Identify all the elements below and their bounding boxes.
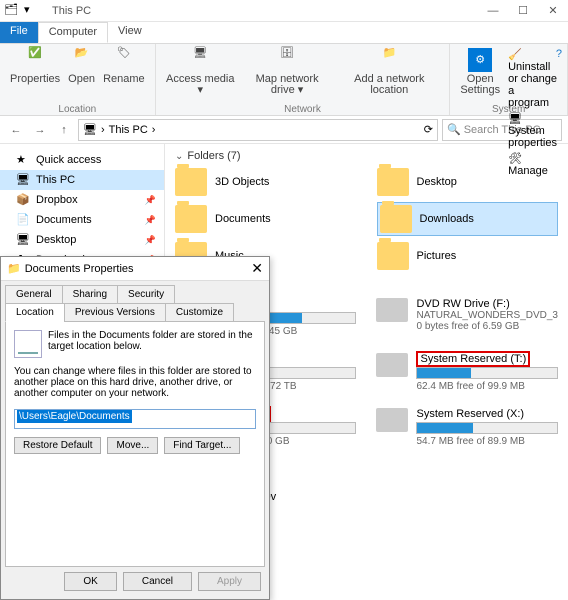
folder-icon	[377, 242, 409, 270]
pin-icon: 📌	[145, 195, 156, 206]
folder-icon: 📁	[7, 262, 21, 275]
star-icon: ★	[16, 153, 30, 167]
dropbox-icon: 📦	[16, 193, 30, 207]
settings-icon: ⚙	[468, 48, 492, 72]
tab-file[interactable]: File	[0, 22, 38, 43]
drive-item[interactable]: DVD RW Drive (F:)NATURAL_WONDERS_DVD_30 …	[376, 298, 558, 337]
move-button[interactable]: Move...	[107, 437, 158, 454]
dialog-body: Files in the Documents folder are stored…	[5, 321, 265, 567]
location-path-input[interactable]: \Users\Eagle\Documents	[14, 409, 256, 429]
apply-button[interactable]: Apply	[198, 572, 261, 591]
nav-quick-access[interactable]: ★Quick access	[0, 150, 164, 170]
help-icon[interactable]: ?	[556, 48, 562, 60]
group-system: ⚙Open Settings 🧹 Uninstall or change a p…	[450, 44, 568, 115]
nav-item[interactable]: 🖥Desktop📌	[0, 230, 164, 250]
manage-button[interactable]: 🛠 Manage	[508, 152, 557, 177]
back-button[interactable]: ←	[6, 120, 26, 140]
maximize-button[interactable]: ☐	[508, 0, 538, 22]
drive-item[interactable]: System Reserved (T:)62.4 MB free of 99.9…	[376, 353, 558, 392]
ribbon: ✅Properties 📂Open 🏷Rename Location 🖥Acce…	[0, 44, 568, 116]
close-button[interactable]: ✕	[538, 0, 568, 22]
pc-icon: 🖥	[83, 123, 97, 136]
rename-button[interactable]: 🏷Rename	[99, 46, 149, 87]
address-bar[interactable]: 🖥 › This PC › ⟳	[78, 119, 438, 141]
media-icon: 🖥	[188, 48, 212, 72]
folder-item[interactable]: Documents	[175, 202, 357, 236]
drive-icon	[376, 353, 408, 377]
map-drive-button[interactable]: 🗄Map network drive ▾	[239, 46, 335, 98]
tab-general[interactable]: General	[5, 285, 63, 304]
refresh-button[interactable]: ⟳	[424, 123, 433, 136]
qat-dropdown-icon[interactable]: ▾	[24, 3, 40, 19]
system-properties-button[interactable]: 🖥 System properties	[508, 112, 557, 149]
tab-computer[interactable]: Computer	[38, 22, 108, 43]
tab-previous-versions[interactable]: Previous Versions	[64, 303, 166, 322]
documents-icon: 📄	[16, 213, 30, 227]
open-icon: 📂	[70, 48, 94, 72]
cancel-button[interactable]: Cancel	[123, 572, 192, 591]
group-network: 🖥Access media ▾ 🗄Map network drive ▾ 📁Ad…	[156, 44, 451, 115]
ribbon-tabs: File Computer View	[0, 22, 568, 44]
explorer-icon: 🗂	[4, 3, 20, 19]
drive-icon	[376, 408, 408, 432]
drive-usage-bar	[416, 367, 558, 379]
drive-icon	[376, 298, 408, 322]
folder-icon	[175, 168, 207, 196]
group-label: Location	[0, 104, 155, 115]
minimize-button[interactable]: —	[478, 0, 508, 22]
drive-usage-bar	[416, 422, 558, 434]
nav-this-pc[interactable]: 🖥This PC	[0, 170, 164, 190]
dialog-title: Documents Properties	[25, 263, 134, 275]
tab-security[interactable]: Security	[117, 285, 175, 304]
access-media-button[interactable]: 🖥Access media ▾	[162, 46, 239, 98]
group-label: Network	[156, 104, 450, 115]
tab-sharing[interactable]: Sharing	[62, 285, 118, 304]
ok-button[interactable]: OK	[64, 572, 116, 591]
drive-item[interactable]: System Reserved (X:)54.7 MB free of 89.9…	[376, 408, 558, 447]
location-desc2: You can change where files in this folde…	[14, 366, 256, 399]
desktop-icon: 🖥	[16, 233, 30, 247]
folder-item[interactable]: 3D Objects	[175, 168, 357, 196]
folder-icon	[175, 205, 207, 233]
folder-item[interactable]: Downloads	[377, 202, 559, 236]
quick-access-toolbar: 🗂 ▾	[0, 3, 44, 19]
pin-icon: 📌	[145, 215, 156, 226]
map-drive-icon: 🗄	[275, 48, 299, 72]
open-button[interactable]: 📂Open	[64, 46, 99, 87]
uninstall-icon: 🧹	[508, 49, 522, 61]
nav-item[interactable]: 📦Dropbox📌	[0, 190, 164, 210]
tab-view[interactable]: View	[108, 22, 152, 43]
breadcrumb[interactable]: This PC	[109, 124, 148, 136]
nav-item[interactable]: 📄Documents📌	[0, 210, 164, 230]
folder-icon	[377, 168, 409, 196]
add-location-button[interactable]: 📁Add a network location	[335, 46, 443, 98]
folder-item[interactable]: Pictures	[377, 242, 559, 270]
dialog-titlebar: 📁 Documents Properties ✕	[1, 257, 269, 281]
pin-icon: 📌	[145, 235, 156, 246]
location-desc: Files in the Documents folder are stored…	[48, 330, 256, 352]
group-location: ✅Properties 📂Open 🏷Rename Location	[0, 44, 156, 115]
dialog-tabs: General Sharing Security Location Previo…	[1, 281, 269, 321]
properties-icon: ✅	[23, 48, 47, 72]
properties-button[interactable]: ✅Properties	[6, 46, 64, 87]
rename-icon: 🏷	[112, 48, 136, 72]
manage-icon: 🛠	[508, 153, 522, 165]
uninstall-button[interactable]: 🧹 Uninstall or change a program	[508, 48, 557, 109]
add-location-icon: 📁	[377, 48, 401, 72]
titlebar: 🗂 ▾ This PC — ☐ ✕	[0, 0, 568, 22]
up-button[interactable]: ↑	[54, 120, 74, 140]
pc-icon: 🖥	[16, 173, 30, 187]
restore-default-button[interactable]: Restore Default	[14, 437, 101, 454]
find-target-button[interactable]: Find Target...	[164, 437, 240, 454]
dialog-close-button[interactable]: ✕	[251, 260, 263, 277]
folder-icon	[380, 205, 412, 233]
window-title: This PC	[44, 5, 91, 17]
properties-dialog: 📁 Documents Properties ✕ General Sharing…	[0, 256, 270, 600]
tab-customize[interactable]: Customize	[165, 303, 234, 322]
group-label: System	[450, 104, 567, 115]
forward-button[interactable]: →	[30, 120, 50, 140]
tab-location[interactable]: Location	[5, 303, 65, 322]
documents-icon	[14, 330, 42, 358]
